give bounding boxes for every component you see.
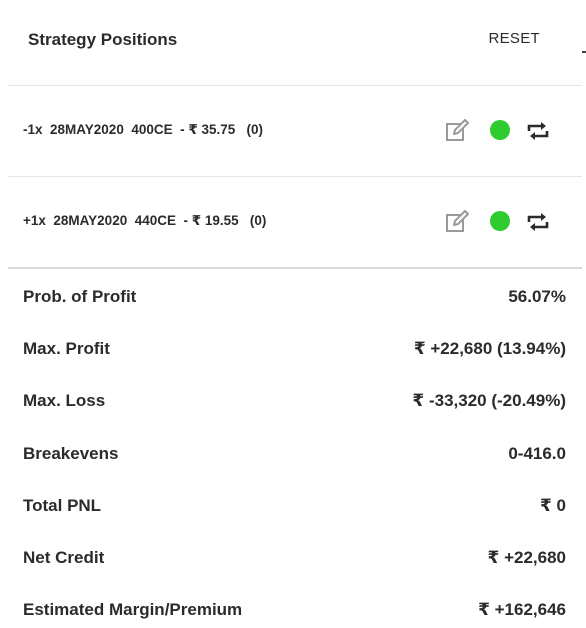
edit-icon[interactable] (445, 210, 470, 234)
swap-icon[interactable] (525, 119, 551, 143)
panel-title: Strategy Positions (28, 30, 178, 49)
stat-estimated-margin: Estimated Margin/Premium ₹ +162,646 (23, 600, 566, 624)
status-dot[interactable] (490, 120, 510, 140)
stat-value: 56.07% (508, 287, 566, 306)
stat-label: Total PNL (23, 496, 102, 515)
stat-prob-of-profit: Prob. of Profit 56.07% (23, 287, 566, 311)
position-description: +1x 28MAY2020 440CE - ₹ 19.55 (0) (23, 213, 267, 228)
position-row: -1x 28MAY2020 400CE - ₹ 35.75 (0) (8, 86, 582, 177)
stat-label: Breakevens (23, 444, 119, 463)
stat-value: ₹ 0 (539, 496, 566, 515)
stat-label: Max. Profit (23, 339, 110, 358)
panel-header: Strategy Positions RESET (8, 0, 582, 86)
stat-value: ₹ +22,680 (13.94%) (413, 339, 566, 358)
scroll-edge-marker (582, 51, 586, 53)
status-dot[interactable] (490, 211, 510, 231)
stat-value: ₹ +162,646 (478, 600, 566, 619)
stat-net-credit: Net Credit ₹ +22,680 (23, 548, 566, 572)
swap-icon[interactable] (525, 210, 551, 234)
strategy-positions-panel: Strategy Positions RESET -1x 28MAY2020 4… (8, 0, 582, 628)
stat-value: ₹ -33,320 (-20.49%) (412, 391, 566, 410)
edit-icon[interactable] (445, 119, 470, 143)
stat-label: Prob. of Profit (23, 287, 137, 306)
stat-total-pnl: Total PNL ₹ 0 (23, 496, 566, 520)
stat-label: Net Credit (23, 548, 105, 567)
position-description: -1x 28MAY2020 400CE - ₹ 35.75 (0) (23, 122, 264, 137)
stat-max-profit: Max. Profit ₹ +22,680 (13.94%) (23, 339, 566, 363)
stat-value: ₹ +22,680 (487, 548, 566, 567)
stat-max-loss: Max. Loss ₹ -33,320 (-20.49%) (23, 391, 566, 415)
stat-value: 0-416.0 (508, 444, 566, 463)
position-row: +1x 28MAY2020 440CE - ₹ 19.55 (0) (8, 177, 582, 269)
stat-label: Max. Loss (23, 391, 106, 410)
stat-breakevens: Breakevens 0-416.0 (23, 444, 566, 468)
stat-label: Estimated Margin/Premium (23, 600, 243, 619)
reset-button[interactable]: RESET (488, 30, 540, 47)
